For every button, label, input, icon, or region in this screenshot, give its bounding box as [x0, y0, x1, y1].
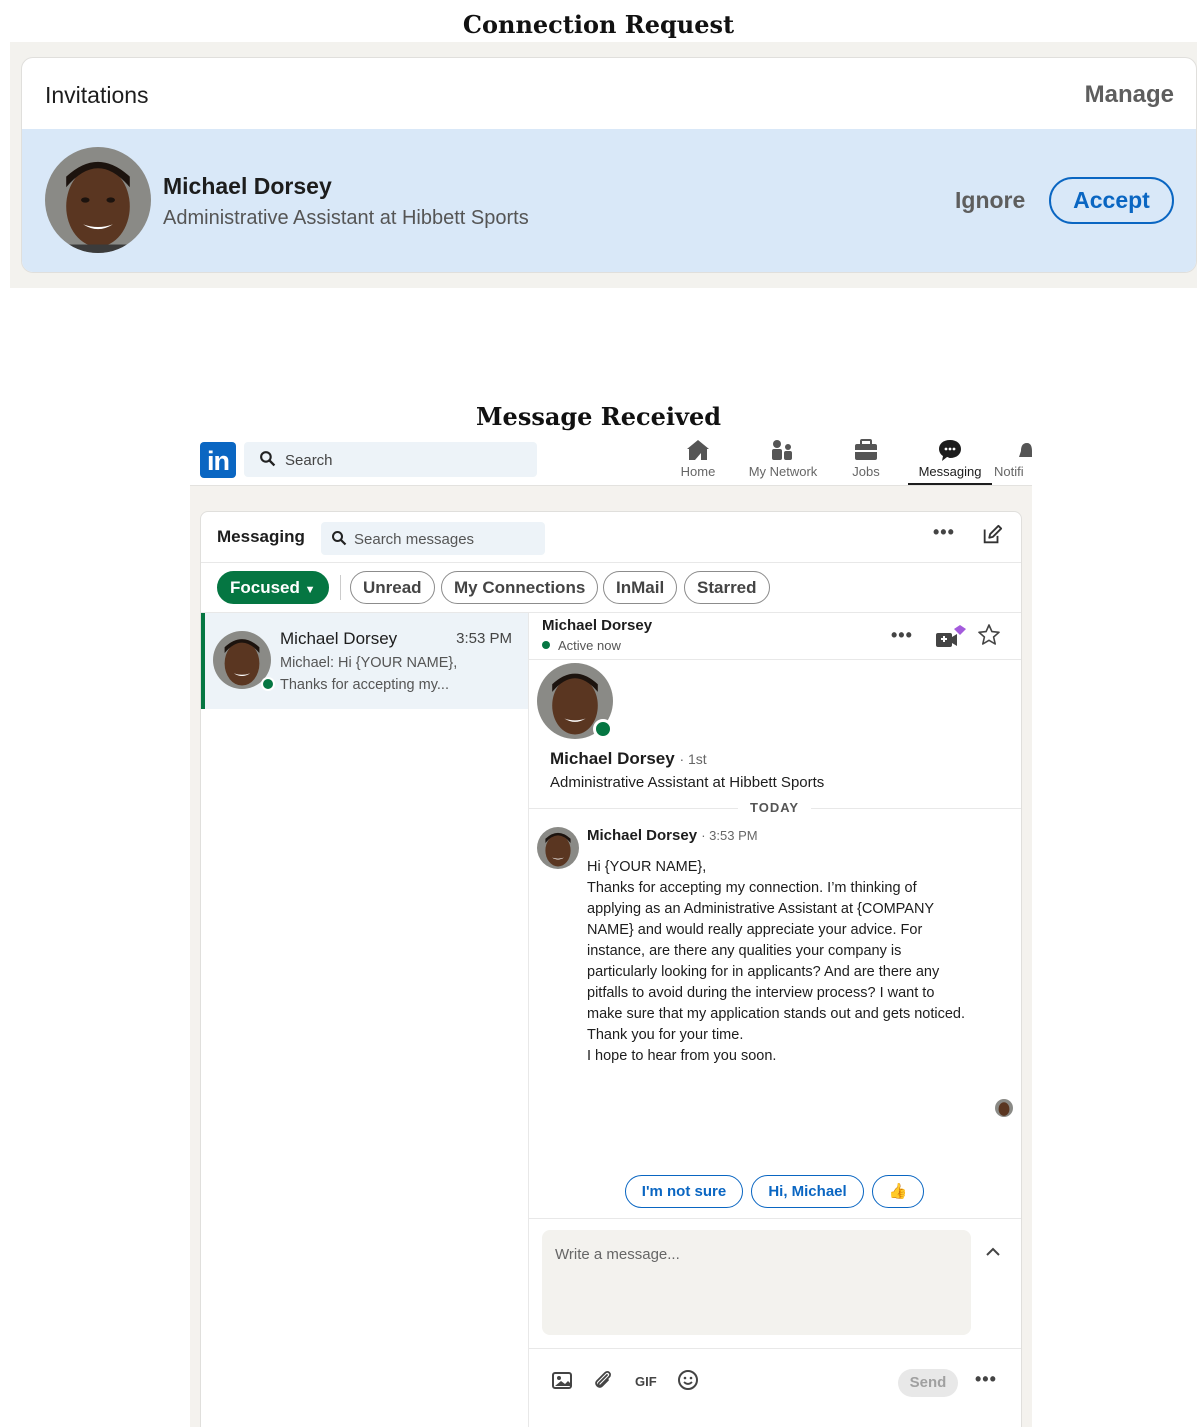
more-options-icon[interactable]: •••	[933, 522, 955, 543]
messaging-header: Messaging Search messages •••	[201, 512, 1021, 563]
caret-down-icon: ▼	[304, 584, 316, 596]
messaging-title: Messaging	[217, 527, 305, 546]
home-icon	[687, 440, 709, 460]
message-time: · 3:53 PM	[701, 828, 758, 843]
message-line: Thank you for your time.	[587, 1027, 744, 1043]
manage-link[interactable]: Manage	[1085, 81, 1174, 109]
thread-header: Michael Dorsey Active now •••	[529, 613, 1021, 660]
quick-reply-hi-michael[interactable]: Hi, Michael	[751, 1175, 864, 1208]
messaging-screenshot: in Search Home My Network Jobs Messaging…	[190, 434, 1032, 1427]
online-status-dot	[542, 641, 550, 649]
filter-focused-label: Focused	[230, 578, 300, 597]
search-placeholder: Search	[285, 452, 333, 469]
top-nav: in Search Home My Network Jobs Messaging…	[190, 434, 1032, 486]
accept-button[interactable]: Accept	[1049, 177, 1174, 224]
connection-request-caption: Connection Request	[462, 10, 735, 39]
message-sender-name[interactable]: Michael Dorsey	[587, 827, 697, 844]
conversation-list: Michael Dorsey 3:53 PM Michael: Hi {YOUR…	[201, 613, 529, 1427]
connection-degree: · 1st	[679, 751, 707, 767]
invitation-row: Michael Dorsey Administrative Assistant …	[22, 129, 1196, 272]
profile-name-text: Michael Dorsey	[550, 749, 675, 768]
nav-home[interactable]: Home	[678, 438, 718, 479]
ignore-button[interactable]: Ignore	[955, 187, 1025, 214]
profile-headline: Administrative Assistant at Hibbett Spor…	[550, 774, 825, 791]
search-messages-input[interactable]: Search messages	[321, 522, 545, 555]
chevron-up-icon[interactable]	[985, 1247, 1001, 1257]
global-search-input[interactable]: Search	[244, 442, 537, 477]
filter-bar: Focused ▼ Unread My Connections InMail S…	[201, 563, 1021, 613]
profile-name[interactable]: Michael Dorsey · 1st	[550, 749, 707, 769]
requester-headline: Administrative Assistant at Hibbett Spor…	[163, 207, 529, 229]
messaging-icon	[939, 440, 961, 461]
message-body: Hi {YOUR NAME}, Thanks for accepting my …	[587, 857, 967, 1067]
filter-my-connections[interactable]: My Connections	[441, 571, 599, 604]
search-icon	[260, 451, 276, 467]
filter-divider	[340, 575, 341, 600]
video-call-icon[interactable]	[934, 625, 968, 651]
gif-button[interactable]: GIF	[635, 1374, 657, 1389]
date-divider: TODAY	[738, 800, 812, 815]
message-line: Thanks for accepting my connection. I’m …	[587, 880, 966, 1022]
image-icon[interactable]	[551, 1369, 573, 1391]
conversation-preview: Michael: Hi {YOUR NAME}, Thanks for acce…	[280, 655, 458, 693]
conversation-time: 3:53 PM	[456, 630, 512, 647]
messaging-panel: Messaging Search messages ••• Focused ▼ …	[200, 511, 1022, 1427]
thread-more-icon[interactable]: •••	[891, 625, 913, 646]
compose-area: Write a message...	[529, 1218, 1021, 1348]
linkedin-logo[interactable]: in	[200, 442, 236, 478]
search-icon	[332, 531, 347, 546]
bell-icon	[1019, 443, 1032, 457]
nav-notifications[interactable]: Notifi	[994, 438, 1032, 479]
message-input-placeholder: Write a message...	[555, 1246, 680, 1263]
active-nav-indicator	[908, 483, 992, 485]
filter-inmail[interactable]: InMail	[603, 571, 678, 604]
emoji-icon[interactable]	[677, 1369, 699, 1391]
invitations-title: Invitations	[45, 82, 149, 108]
invitations-section: Invitations Manage Michael Dorsey Admini…	[10, 42, 1197, 288]
filter-starred[interactable]: Starred	[684, 571, 770, 604]
thread-contact-name[interactable]: Michael Dorsey	[542, 617, 652, 634]
nav-my-network-label: My Network	[748, 464, 818, 479]
quick-reply-thumbs-up[interactable]: 👍	[872, 1175, 924, 1208]
message-sender: Michael Dorsey · 3:53 PM	[587, 827, 758, 844]
nav-notifications-label: Notifi	[994, 464, 1024, 479]
network-icon	[772, 440, 792, 460]
nav-my-network[interactable]: My Network	[745, 438, 821, 479]
message-thread: Michael Dorsey Active now ••• Michael Do…	[529, 613, 1021, 1427]
online-status-dot	[261, 677, 275, 691]
filter-unread[interactable]: Unread	[350, 571, 435, 604]
search-messages-placeholder: Search messages	[354, 531, 475, 548]
nav-messaging[interactable]: Messaging	[912, 438, 988, 479]
quick-reply-not-sure[interactable]: I'm not sure	[625, 1175, 743, 1208]
nav-jobs[interactable]: Jobs	[846, 438, 886, 479]
avatar[interactable]	[45, 147, 151, 253]
online-status-dot	[593, 719, 613, 739]
compose-icon[interactable]	[981, 524, 1003, 546]
sender-avatar[interactable]	[537, 827, 579, 869]
compose-toolbar: GIF Send •••	[529, 1348, 1021, 1418]
requester-name[interactable]: Michael Dorsey	[163, 173, 332, 200]
active-status: Active now	[542, 638, 621, 653]
message-received-caption: Message Received	[475, 402, 722, 431]
conversation-item[interactable]: Michael Dorsey 3:53 PM Michael: Hi {YOUR…	[201, 613, 528, 709]
invitations-card: Invitations Manage Michael Dorsey Admini…	[21, 57, 1197, 273]
nav-home-label: Home	[680, 464, 716, 479]
star-icon[interactable]	[977, 623, 1001, 647]
filter-focused[interactable]: Focused ▼	[217, 571, 329, 604]
send-button[interactable]: Send	[898, 1369, 958, 1397]
nav-messaging-label: Messaging	[918, 464, 982, 479]
briefcase-icon	[855, 439, 877, 460]
message-line: Hi {YOUR NAME},	[587, 859, 707, 875]
message-input[interactable]: Write a message...	[542, 1230, 971, 1335]
conversation-name: Michael Dorsey	[280, 629, 398, 648]
message-line: I hope to hear from you soon.	[587, 1048, 777, 1064]
active-status-text: Active now	[558, 638, 621, 653]
compose-more-icon[interactable]: •••	[975, 1369, 997, 1390]
paperclip-icon[interactable]	[592, 1369, 614, 1391]
read-receipt-avatar	[995, 1099, 1013, 1117]
nav-jobs-label: Jobs	[852, 464, 880, 479]
